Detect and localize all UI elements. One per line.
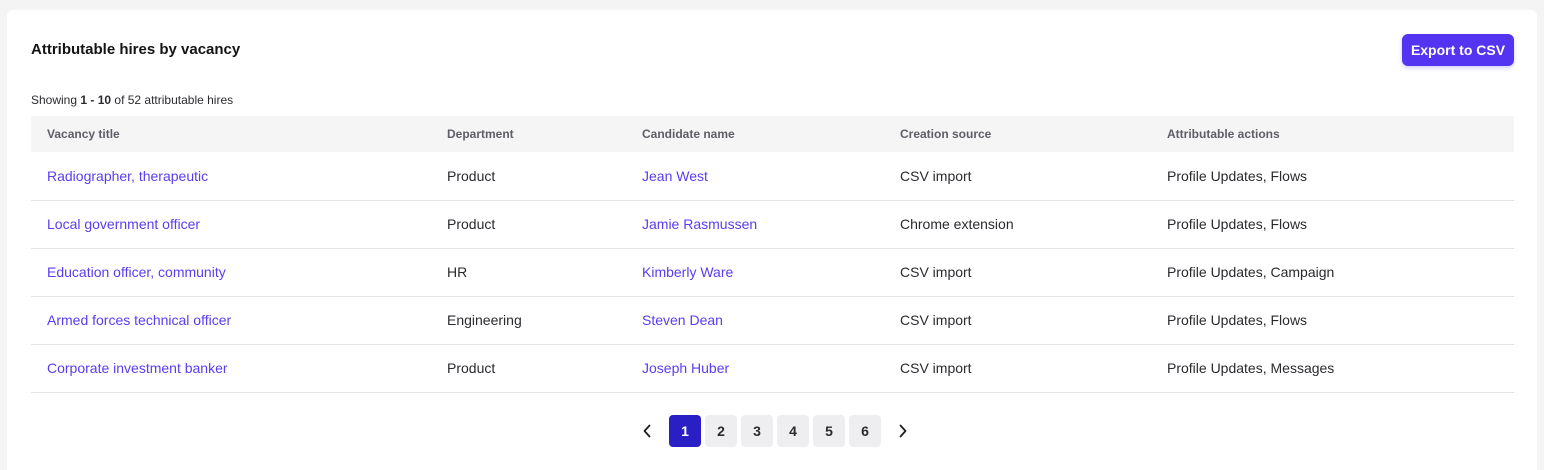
candidate-cell: Jean West bbox=[626, 152, 884, 200]
attributable-hires-card: Attributable hires by vacancy Export to … bbox=[7, 10, 1537, 470]
actions-cell: Profile Updates, Flows bbox=[1167, 216, 1308, 232]
page-button-2[interactable]: 2 bbox=[705, 415, 737, 447]
department-cell: Engineering bbox=[447, 312, 522, 328]
vacancy-link[interactable]: Education officer, community bbox=[47, 264, 226, 280]
page-button-3[interactable]: 3 bbox=[741, 415, 773, 447]
source-cell: CSV import bbox=[900, 264, 972, 280]
summary-prefix: Showing bbox=[31, 93, 81, 107]
actions-cell: Profile Updates, Flows bbox=[1167, 167, 1308, 184]
source-cell: CSV import bbox=[900, 312, 972, 328]
chevron-left-icon bbox=[643, 424, 651, 438]
summary-suffix: of 52 attributable hires bbox=[111, 93, 234, 107]
candidate-link[interactable]: Jamie Rasmussen bbox=[642, 216, 757, 232]
actions-cell: Profile Updates, Campaign bbox=[1167, 264, 1335, 280]
candidate-cell: Kimberly Ware bbox=[626, 248, 884, 296]
page-button-1[interactable]: 1 bbox=[669, 415, 701, 447]
page-button-5[interactable]: 5 bbox=[813, 415, 845, 447]
actions-cell: Profile Updates, Flows bbox=[1167, 312, 1308, 328]
next-page-button[interactable] bbox=[889, 415, 917, 447]
department-cell: Product bbox=[447, 360, 496, 376]
candidate-link[interactable]: Joseph Huber bbox=[642, 360, 729, 376]
vacancy-link[interactable]: Local government officer bbox=[47, 216, 200, 232]
candidate-cell: Steven Dean bbox=[626, 296, 884, 344]
pagination: 1 2 3 4 5 6 bbox=[633, 415, 917, 447]
column-header-department: Department bbox=[447, 127, 514, 141]
page-button-4[interactable]: 4 bbox=[777, 415, 809, 447]
summary-range: 1 - 10 bbox=[80, 93, 112, 107]
chevron-right-icon bbox=[899, 424, 907, 438]
table-row: Education officer, community HR Kimberly… bbox=[31, 248, 1514, 296]
department-cell: Product bbox=[447, 216, 496, 232]
vacancy-link[interactable]: Radiographer, therapeutic bbox=[47, 168, 208, 184]
column-header-creation-source: Creation source bbox=[900, 127, 992, 141]
candidate-cell: Jamie Rasmussen bbox=[626, 200, 884, 248]
source-cell: CSV import bbox=[900, 167, 972, 184]
prev-page-button[interactable] bbox=[633, 415, 661, 447]
vacancy-link[interactable]: Corporate investment banker bbox=[47, 360, 228, 376]
table-row: Local government officer Product Jamie R… bbox=[31, 200, 1514, 248]
hires-table: Vacancy title Department Candidate name … bbox=[31, 116, 1514, 393]
column-header-vacancy-title: Vacancy title bbox=[47, 127, 120, 141]
vacancy-cell: Local government officer bbox=[31, 200, 431, 248]
table-row: Armed forces technical officer Engineeri… bbox=[31, 296, 1514, 344]
export-csv-button[interactable]: Export to CSV bbox=[1402, 34, 1514, 66]
source-cell: Chrome extension bbox=[900, 216, 1014, 232]
card-title: Attributable hires by vacancy bbox=[31, 41, 241, 58]
actions-cell: Profile Updates, Messages bbox=[1167, 360, 1335, 376]
vacancy-link[interactable]: Armed forces technical officer bbox=[47, 312, 231, 328]
candidate-link[interactable]: Steven Dean bbox=[642, 312, 723, 328]
source-cell: CSV import bbox=[900, 360, 972, 376]
table-row: Radiographer, therapeutic Product Jean W… bbox=[31, 152, 1514, 200]
vacancy-cell: Radiographer, therapeutic bbox=[31, 152, 431, 200]
table-row: Corporate investment banker Product Jose… bbox=[31, 344, 1514, 392]
department-cell: Product bbox=[447, 167, 496, 184]
table-header-row: Vacancy title Department Candidate name … bbox=[31, 116, 1514, 152]
vacancy-cell: Education officer, community bbox=[31, 248, 431, 296]
candidate-link[interactable]: Jean West bbox=[642, 168, 708, 184]
page-button-6[interactable]: 6 bbox=[849, 415, 881, 447]
column-header-candidate-name: Candidate name bbox=[642, 127, 735, 141]
results-summary: Showing 1 - 10 of 52 attributable hires bbox=[31, 93, 233, 107]
department-cell: HR bbox=[447, 264, 468, 280]
vacancy-cell: Corporate investment banker bbox=[31, 344, 431, 392]
candidate-cell: Joseph Huber bbox=[626, 344, 884, 392]
column-header-attributable-actions: Attributable actions bbox=[1167, 127, 1280, 141]
candidate-link[interactable]: Kimberly Ware bbox=[642, 264, 733, 280]
vacancy-cell: Armed forces technical officer bbox=[31, 296, 431, 344]
